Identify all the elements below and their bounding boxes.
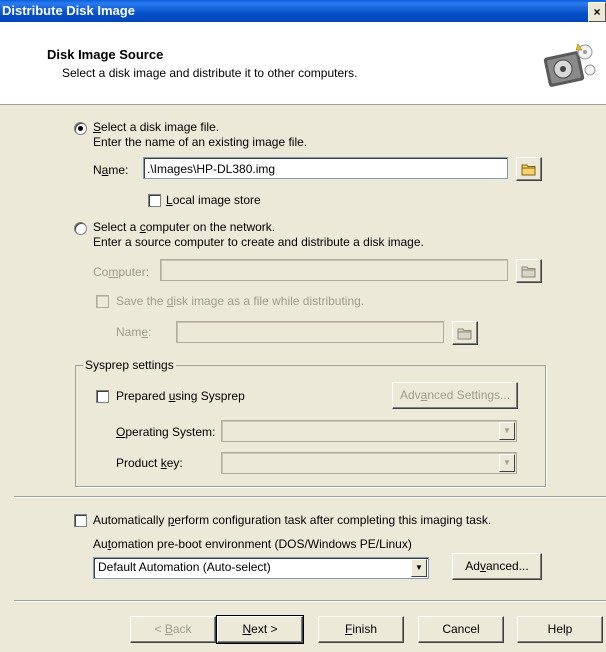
auto-configure-label[interactable]: Automatically perform configuration task… — [93, 513, 491, 527]
prepared-sysprep-checkbox[interactable] — [96, 390, 109, 403]
os-select[interactable]: ▼ — [221, 420, 517, 442]
os-label: Operating System: — [116, 425, 216, 439]
header-title: Disk Image Source — [47, 47, 164, 62]
separator-top — [14, 496, 606, 498]
automation-env-select[interactable]: Default Automation (Auto-select) ▼ — [93, 557, 429, 579]
back-button[interactable]: < Back — [130, 616, 216, 643]
chevron-down-icon[interactable]: ▼ — [411, 559, 427, 577]
advanced-settings-button[interactable]: Advanced Settings... — [392, 382, 518, 409]
chevron-down-icon[interactable]: ▼ — [499, 422, 515, 440]
wizard-header: Disk Image Source Select a disk image an… — [0, 22, 606, 105]
help-button[interactable]: Help — [517, 616, 603, 643]
select-computer-description: Enter a source computer to create and di… — [93, 235, 424, 249]
select-image-file-description: Enter the name of an existing image file… — [93, 135, 308, 149]
computer-input[interactable] — [160, 259, 508, 281]
automation-env-label: Automation pre-boot environment (DOS/Win… — [93, 537, 412, 551]
folder-icon — [521, 266, 536, 278]
select-image-file-radio[interactable] — [74, 122, 87, 135]
automation-env-value: Default Automation (Auto-select) — [98, 560, 271, 574]
save-image-label[interactable]: Save the disk image as a file while dist… — [116, 294, 364, 308]
browse-save-name-button[interactable] — [452, 321, 478, 345]
automation-advanced-button[interactable]: Advanced... — [452, 553, 542, 580]
auto-configure-checkbox[interactable] — [74, 514, 87, 527]
product-key-select[interactable]: ▼ — [221, 452, 517, 474]
cancel-button[interactable]: Cancel — [418, 616, 504, 643]
save-name-input[interactable] — [176, 321, 444, 343]
prepared-sysprep-label[interactable]: Prepared using Sysprep — [116, 389, 245, 403]
computer-label: Computer: — [93, 265, 150, 279]
next-button[interactable]: Next > — [216, 615, 304, 644]
title-bar: Distribute Disk Image × — [0, 0, 606, 22]
product-key-label: Product key: — [116, 456, 183, 470]
local-image-store-checkbox[interactable] — [148, 194, 161, 207]
folder-icon — [521, 164, 536, 176]
save-name-label: Name: — [116, 325, 152, 339]
browse-image-button[interactable] — [516, 157, 542, 181]
save-image-checkbox[interactable] — [96, 295, 109, 308]
select-computer-radio[interactable] — [74, 222, 87, 235]
chevron-down-icon[interactable]: ▼ — [499, 454, 515, 472]
folder-icon — [457, 328, 472, 340]
window-title: Distribute Disk Image — [2, 3, 135, 18]
select-computer-label[interactable]: Select a computer on the network. — [93, 220, 275, 234]
disk-image-icon — [543, 43, 596, 87]
radio-dot — [78, 126, 83, 131]
separator-bottom — [14, 600, 606, 602]
sysprep-legend: Sysprep settings — [83, 358, 176, 372]
finish-button[interactable]: Finish — [318, 616, 404, 643]
close-button[interactable]: × — [588, 2, 606, 22]
header-subtitle: Select a disk image and distribute it to… — [62, 66, 358, 80]
select-image-file-label[interactable]: Select a disk image file. — [93, 120, 219, 134]
image-name-label: Name: — [93, 163, 129, 177]
image-name-input[interactable]: .\Images\HP-DL380.img — [143, 157, 508, 179]
local-image-store-label[interactable]: Local image store — [166, 193, 261, 207]
browse-computer-button[interactable] — [516, 259, 542, 283]
